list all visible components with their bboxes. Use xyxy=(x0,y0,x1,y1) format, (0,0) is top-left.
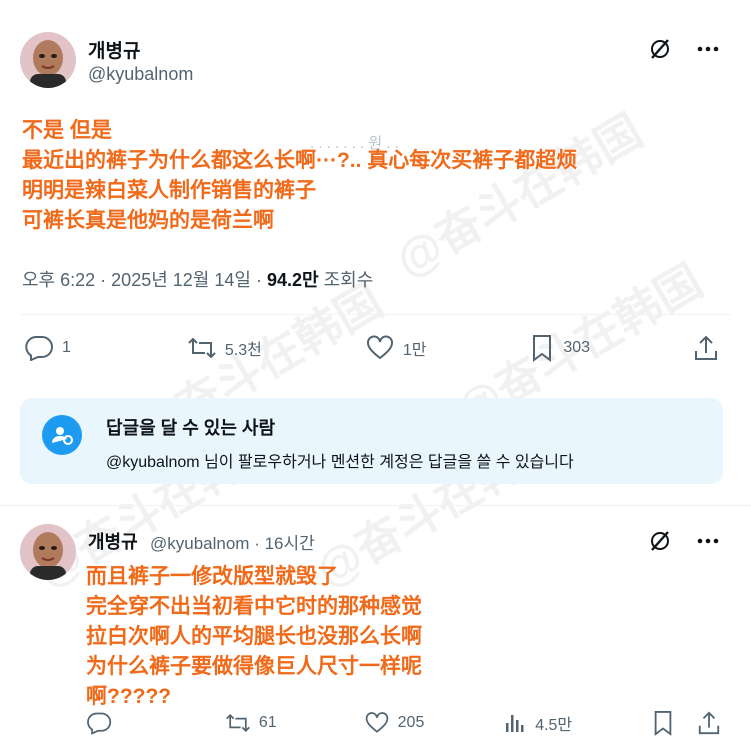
share-icon xyxy=(698,711,720,735)
overlay-line: 明明是辣白菜人制作销售的裤子 xyxy=(22,179,316,202)
bookmark-icon xyxy=(654,711,672,736)
share-icon xyxy=(694,335,717,360)
action-bar: 61 205 4.5만 xyxy=(86,710,721,736)
grok-icon[interactable] xyxy=(647,36,673,62)
share-button[interactable] xyxy=(697,710,721,736)
overlay-caption: 而且裤子一修改版型就毁了 完全穿不出当初看中它时的那种感觉 拉白次啊人的平均腿长… xyxy=(86,562,422,712)
main-post: 개병규 @kyubalnom . . . . . . . 원 . . 不是 但是… xyxy=(0,0,751,505)
divider xyxy=(0,505,751,506)
reply-count: 1 xyxy=(62,339,71,356)
reply-button[interactable] xyxy=(86,711,146,735)
like-button[interactable]: 205 xyxy=(364,711,425,735)
more-icon[interactable] xyxy=(695,36,721,62)
post-meta: 오후 6:22 · 2025년 12월 14일 · 94.2만 조회수 xyxy=(22,270,374,290)
like-button[interactable]: 1만 xyxy=(365,335,427,361)
repost-icon xyxy=(225,713,250,733)
reply-restriction-notice: 답글을 달 수 있는 사람 @kyubalnom 님이 팔로우하거나 멘션한 계… xyxy=(20,398,723,484)
bookmark-icon xyxy=(533,335,552,362)
overlay-line: 不是 但是 xyxy=(22,119,112,142)
display-name[interactable]: 개병규 xyxy=(88,36,140,63)
bookmark-button[interactable]: 303 xyxy=(529,334,590,362)
more-icon[interactable] xyxy=(695,528,721,554)
repost-button[interactable]: 5.3천 xyxy=(187,335,262,361)
display-name[interactable]: 개병규 xyxy=(88,528,138,554)
handle-and-time[interactable]: @kyubalnom · 16시간 xyxy=(150,529,315,554)
reply-icon xyxy=(87,712,112,735)
overlay-line: 拉白次啊人的平均腿长也没那么长啊 xyxy=(86,625,422,648)
like-icon xyxy=(365,712,388,733)
divider xyxy=(20,314,731,315)
repost-button[interactable]: 61 xyxy=(225,711,285,735)
post-time[interactable]: 오후 6:22 xyxy=(22,270,95,290)
avatar[interactable] xyxy=(20,32,76,88)
view-count: 94.2만 xyxy=(266,270,319,290)
overlay-caption: 不是 但是 最近出的裤子为什么都这么长啊···?.. 真心每次买裤子都超烦 明明… xyxy=(22,116,577,236)
reply-restriction-subtitle: @kyubalnom 님이 팔로우하거나 멘션한 계정은 답글을 쓸 수 있습니… xyxy=(106,454,574,471)
reply-icon xyxy=(25,336,53,361)
overlay-line: 啊????? xyxy=(86,685,172,708)
overlay-line: 可裤长真是他妈的是荷兰啊 xyxy=(22,209,274,232)
like-count: 1만 xyxy=(402,342,427,359)
repost-count: 5.3천 xyxy=(224,342,262,359)
like-icon xyxy=(366,335,393,360)
action-bar: 1 5.3천 1만 303 xyxy=(24,334,719,362)
overlay-line: 完全穿不出当初看中它时的那种感觉 xyxy=(86,595,422,618)
bookmark-count: 303 xyxy=(563,339,591,356)
repost-icon xyxy=(188,337,216,359)
views-button[interactable]: 4.5만 xyxy=(503,711,572,735)
avatar[interactable] xyxy=(20,524,76,580)
repost-count: 61 xyxy=(258,714,277,731)
mention-person-icon xyxy=(42,415,82,455)
like-count: 205 xyxy=(397,714,425,731)
views-count: 4.5만 xyxy=(535,717,573,734)
views-icon xyxy=(506,715,524,732)
share-button[interactable] xyxy=(693,334,719,362)
view-label: 조회수 xyxy=(323,270,374,290)
handle[interactable]: @kyubalnom xyxy=(88,64,193,85)
reply-restriction-title: 답글을 달 수 있는 사람 xyxy=(106,418,276,438)
reply-button[interactable]: 1 xyxy=(24,335,84,361)
grok-icon[interactable] xyxy=(647,528,673,554)
post-date[interactable]: 2025년 12월 14일 xyxy=(111,270,251,290)
overlay-line: 而且裤子一修改版型就毁了 xyxy=(86,565,338,588)
overlay-line: 最近出的裤子为什么都这么长啊···?.. 真心每次买裤子都超烦 xyxy=(22,149,578,172)
overlay-line: 为什么裤子要做得像巨人尺寸一样呢 xyxy=(86,655,422,678)
bookmark-button[interactable] xyxy=(651,710,675,736)
